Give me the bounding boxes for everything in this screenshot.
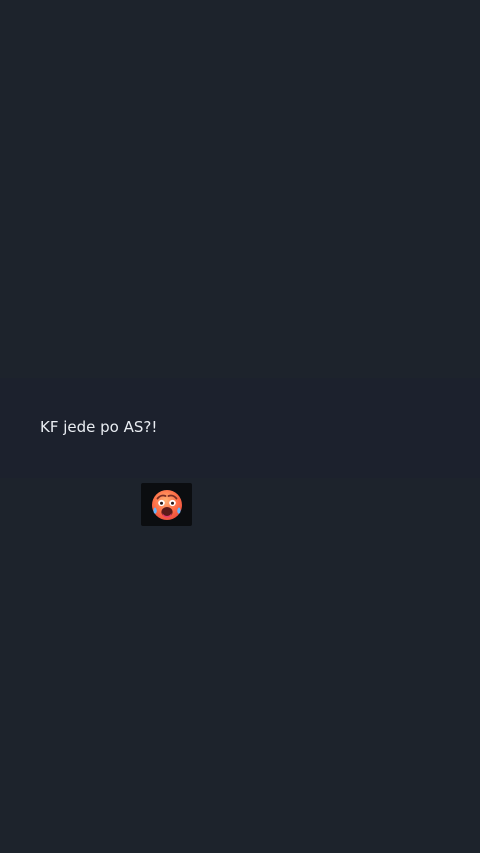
message-text: KF jede po AS?! <box>40 418 158 436</box>
reaction-chip[interactable] <box>141 483 192 526</box>
hot-face-icon <box>151 489 182 520</box>
chat-screen: KF jede po AS?! <box>0 0 480 853</box>
